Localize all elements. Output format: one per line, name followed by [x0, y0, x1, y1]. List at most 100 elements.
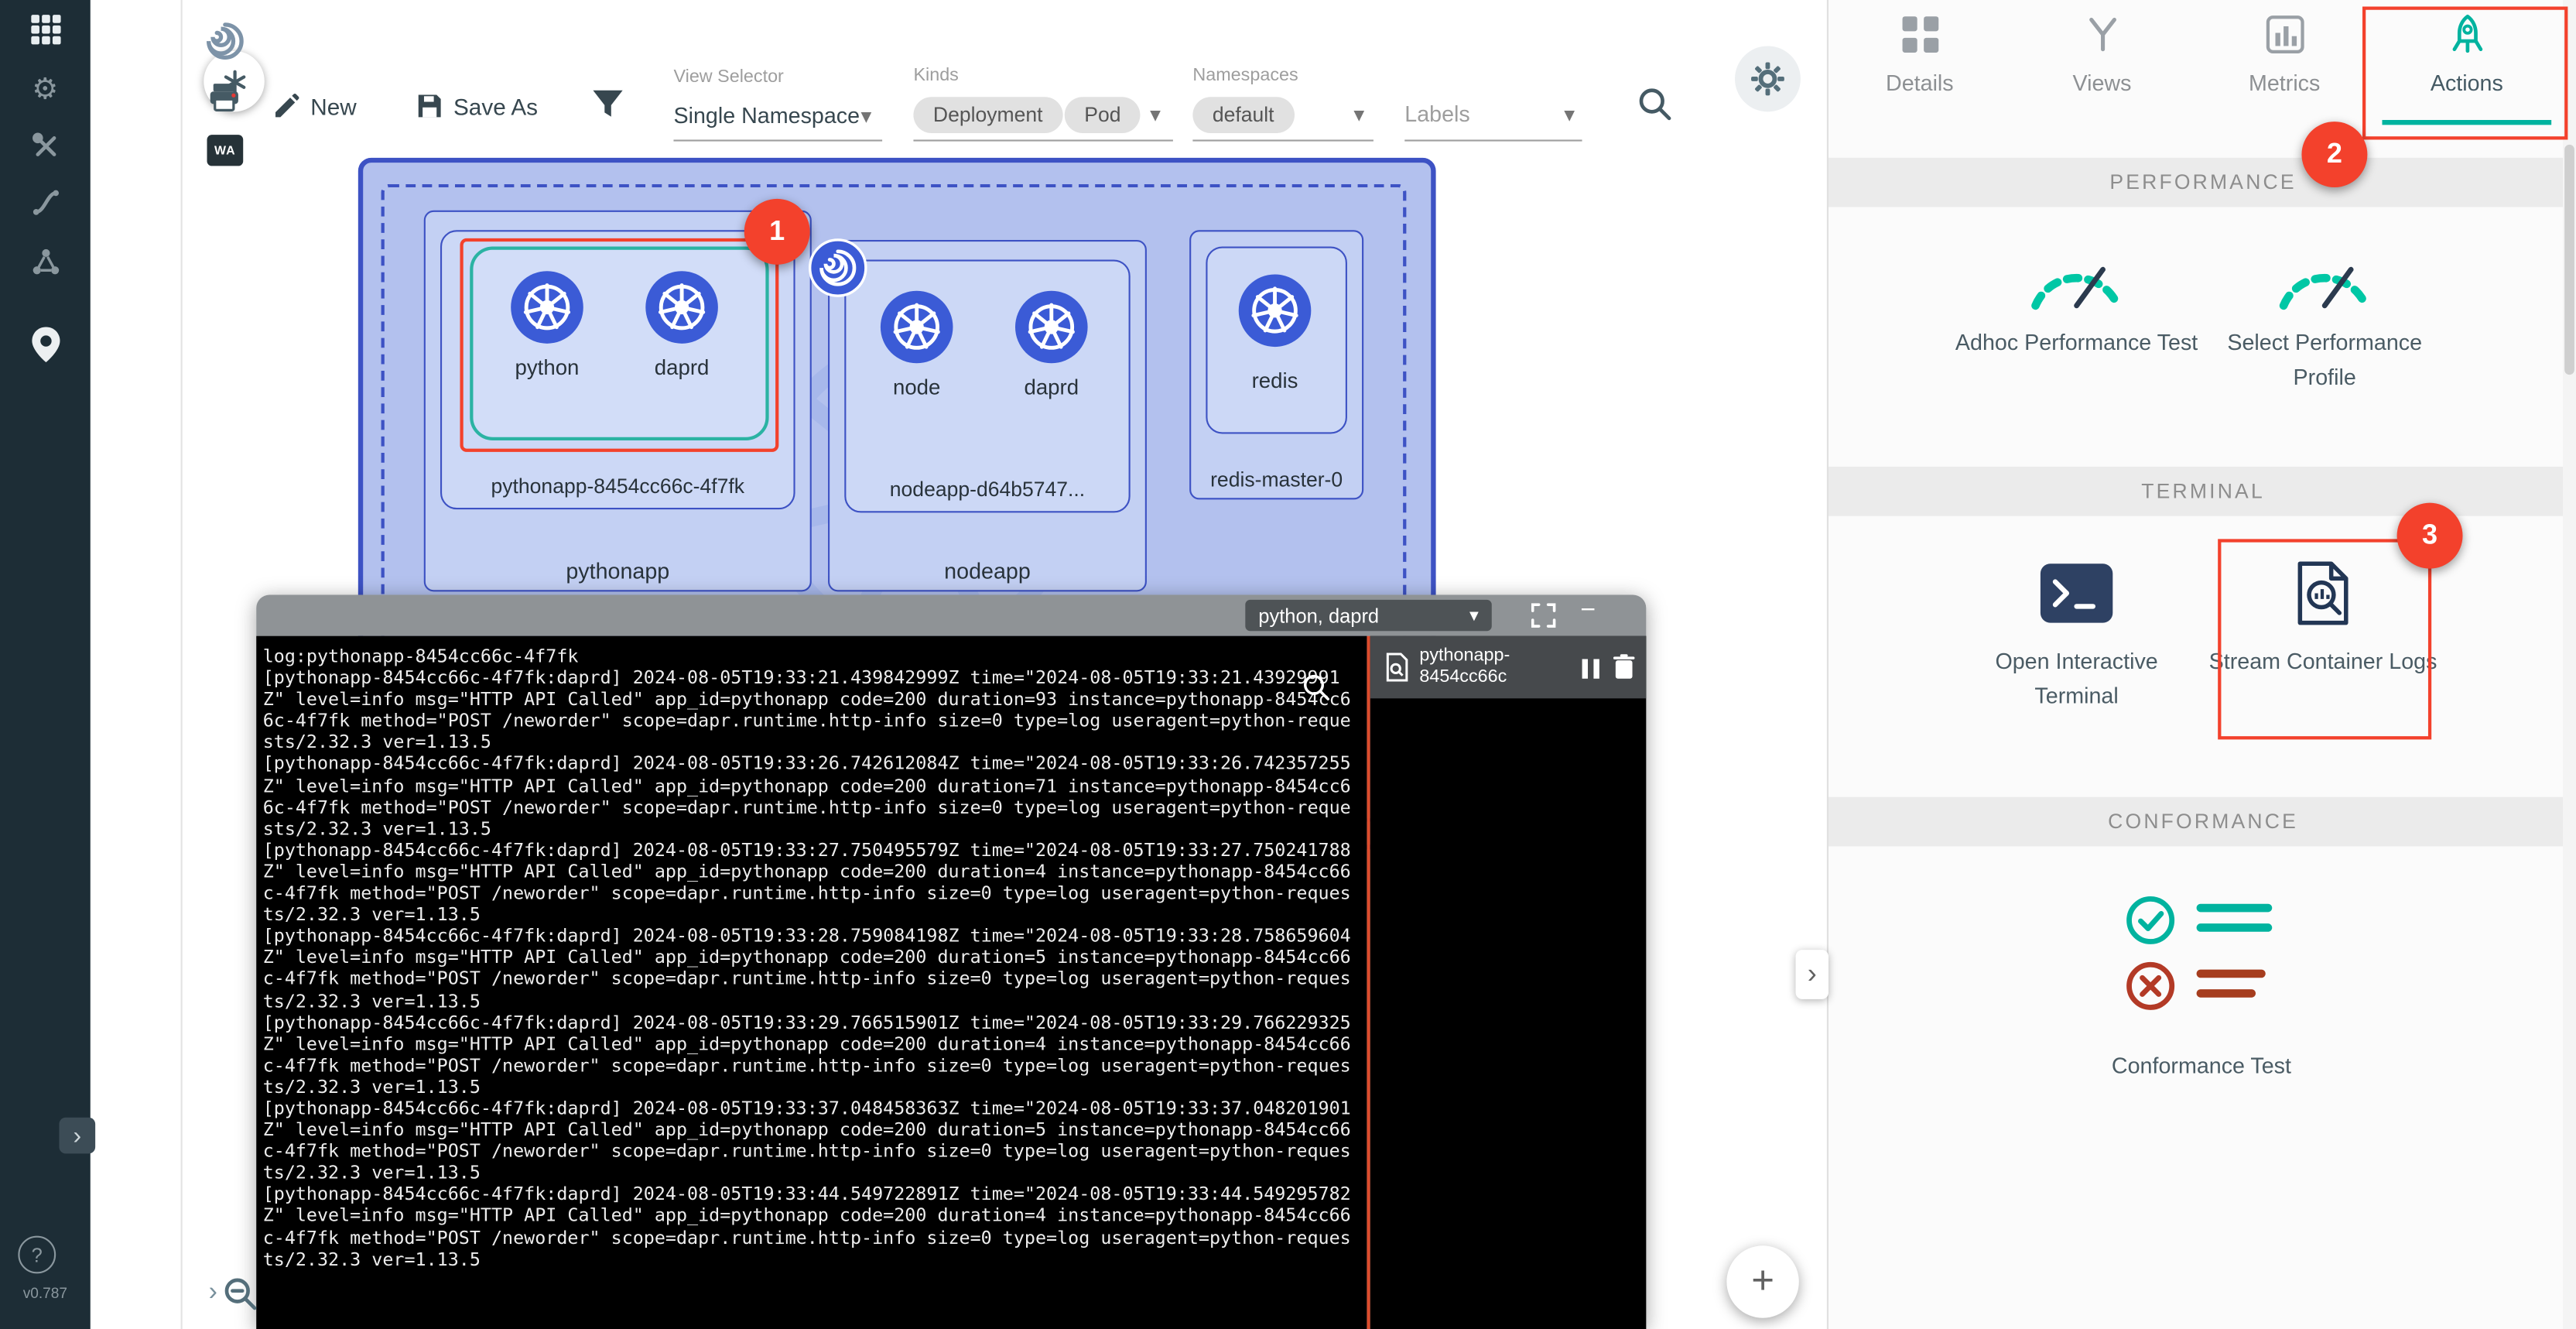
log-session-row[interactable]: pythonapp-8454cc66c — [1370, 636, 1647, 699]
deployment-label: pythonapp — [426, 559, 810, 584]
chevron-down-icon[interactable]: ▾ — [1353, 102, 1364, 128]
terminal-body: log:pythonapp-8454cc66c-4f7fk [pythonapp… — [256, 636, 1646, 1329]
container-node[interactable] — [879, 289, 955, 373]
container-selector-value: python, daprd — [1258, 604, 1379, 627]
fullscreen-icon[interactable] — [1531, 603, 1556, 635]
panel-scrollbar-thumb[interactable] — [2564, 145, 2574, 375]
annotation-badge-1: 1 — [744, 199, 810, 265]
tab-label: Metrics — [2193, 70, 2376, 95]
tools-icon[interactable] — [0, 132, 91, 161]
terminal-prompt-icon — [2039, 562, 2115, 632]
help-button[interactable]: ? — [18, 1236, 56, 1274]
wasm-badge[interactable]: WA — [207, 135, 244, 166]
action-select-performance-profile[interactable]: Select Performance Profile — [2201, 325, 2448, 394]
plus-glyph: + — [1751, 1259, 1774, 1304]
log-terminal-panel: python, daprd ▾ − log:pythonapp-8454cc66… — [256, 595, 1646, 1329]
badge-number: 2 — [2327, 138, 2342, 170]
session-title: pythonapp-8454cc66c — [1419, 646, 1561, 688]
tab-details[interactable]: Details — [1829, 13, 2011, 118]
conformance-fail-icon — [2124, 958, 2305, 1022]
deployment-label: nodeapp — [830, 559, 1145, 584]
namespaces-label: Namespaces — [1192, 66, 1298, 85]
section-header-terminal: TERMINAL — [1829, 467, 2576, 516]
location-pin-icon[interactable] — [0, 325, 91, 365]
wasm-badge-label: WA — [214, 143, 236, 158]
log-session-panel: pythonapp-8454cc66c — [1370, 636, 1647, 1329]
annotation-rect-3 — [2218, 539, 2431, 739]
chevron-down-icon[interactable]: ▾ — [1150, 102, 1161, 128]
rail-bottom-chevron[interactable]: › — [209, 1279, 217, 1308]
search-icon[interactable] — [1637, 85, 1673, 129]
zoom-icon[interactable] — [222, 1276, 258, 1320]
action-adhoc-performance-test[interactable]: Adhoc Performance Test — [1953, 325, 2199, 360]
left-nav-rail: ⚙ › ? v0.787 — [0, 0, 91, 1329]
kind-chip-deployment[interactable]: Deployment — [913, 97, 1062, 133]
extensions-rail: WA › — [91, 0, 183, 1329]
view-selector-underline — [673, 138, 882, 141]
settings-gears-icon[interactable]: ⚙ — [0, 72, 91, 104]
kinds-underline — [913, 138, 1172, 141]
action-open-interactive-terminal[interactable]: Open Interactive Terminal — [1953, 644, 2199, 713]
pod-label: redis-master-0 — [1191, 468, 1362, 492]
log-text: log:pythonapp-8454cc66c-4f7fk [pythonapp… — [256, 636, 1367, 1270]
view-selector-select[interactable]: Single Namespace — [673, 104, 860, 128]
container-selector-dropdown[interactable]: python, daprd ▾ — [1245, 600, 1491, 631]
tab-metrics[interactable]: Metrics — [2193, 13, 2376, 118]
terminal-header[interactable]: python, daprd ▾ − — [256, 595, 1646, 636]
kind-chip-pod[interactable]: Pod — [1065, 97, 1141, 133]
curve-connection-icon[interactable] — [0, 187, 91, 217]
apps-grid-icon[interactable] — [0, 13, 91, 46]
rail-expand-button[interactable]: › — [59, 1118, 95, 1154]
gear-glyph: ⚙ — [32, 72, 58, 104]
log-stream-area: log:pythonapp-8454cc66c-4f7fk [pythonapp… — [256, 636, 1367, 1329]
minus-glyph: − — [1580, 597, 1596, 625]
settings-gear-button[interactable] — [1735, 46, 1801, 111]
labels-select[interactable]: Labels — [1404, 102, 1469, 127]
badge-number: 1 — [769, 215, 785, 248]
save-as-button[interactable]: Save As — [453, 94, 538, 120]
mesh-icon[interactable] — [0, 246, 91, 279]
chevron-down-icon[interactable]: ▾ — [861, 104, 872, 130]
meshsync-spiral-icon[interactable] — [200, 16, 250, 74]
pause-icon[interactable] — [1582, 657, 1600, 687]
section-header-performance: PERFORMANCE — [1829, 158, 2576, 207]
new-pencil-icon[interactable] — [272, 92, 300, 128]
adapter-printer-icon[interactable] — [209, 82, 240, 120]
kubernetes-icon — [1014, 289, 1090, 365]
trash-icon[interactable] — [1613, 654, 1635, 689]
chevron-right-icon: › — [209, 1279, 217, 1307]
panel-expand-chevron[interactable]: › — [1796, 950, 1829, 999]
view-selector-label: View Selector — [673, 67, 783, 87]
filter-funnel-icon[interactable] — [591, 87, 624, 128]
gear-icon — [1750, 61, 1786, 98]
add-node-fab[interactable]: + — [1726, 1245, 1798, 1317]
container-redis[interactable] — [1237, 272, 1313, 356]
log-document-icon — [1384, 653, 1410, 690]
minimize-icon[interactable]: − — [1580, 597, 1596, 626]
chevron-right-icon: › — [73, 1122, 81, 1149]
container-label: node — [851, 375, 983, 399]
kubernetes-icon — [879, 289, 955, 365]
tab-label: Views — [2011, 70, 2194, 95]
action-conformance-test[interactable]: Conformance Test — [2037, 1049, 2366, 1084]
new-button[interactable]: New — [310, 94, 356, 120]
pod-label: pythonapp-8454cc66c-4f7fk — [442, 475, 793, 498]
annotation-badge-3: 3 — [2397, 503, 2463, 569]
dapr-sidecar-icon[interactable] — [809, 238, 867, 306]
bar-chart-icon — [2263, 13, 2306, 56]
tab-views[interactable]: Views — [2011, 13, 2194, 118]
log-search-icon[interactable] — [1301, 672, 1330, 710]
chevron-down-icon[interactable]: ▾ — [1564, 102, 1575, 128]
grid-icon — [1898, 13, 1941, 56]
annotation-badge-2: 2 — [2301, 122, 2367, 187]
namespaces-underline — [1192, 138, 1374, 141]
gauge-icon — [2023, 240, 2131, 324]
conformance-pass-icon — [2124, 892, 2305, 957]
namespace-chip-default[interactable]: default — [1192, 97, 1294, 133]
section-header-conformance: CONFORMANCE — [1829, 797, 2576, 847]
badge-number: 3 — [2422, 519, 2437, 552]
gauge-icon — [2270, 240, 2379, 324]
container-label: redis — [1209, 368, 1341, 393]
container-daprd-nodeapp[interactable] — [1014, 289, 1090, 373]
save-as-icon[interactable] — [416, 92, 443, 128]
